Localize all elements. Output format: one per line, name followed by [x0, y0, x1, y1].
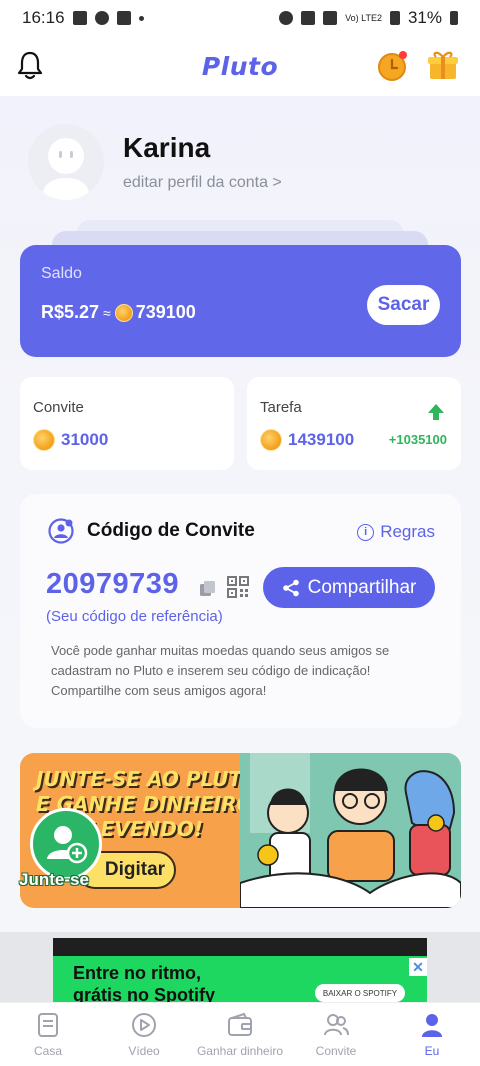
whatsapp-icon — [94, 11, 109, 25]
coin-icon — [114, 303, 133, 322]
ad-cta-button[interactable]: BAIXAR O SPOTIFY — [315, 984, 405, 1002]
gallery-icon — [72, 11, 87, 25]
gift-icon[interactable] — [426, 48, 460, 82]
tab-label: Convite — [315, 1044, 357, 1058]
tab-casa[interactable]: Casa — [0, 1003, 96, 1066]
task-delta: +1035100 — [388, 432, 447, 447]
wallet-icon — [228, 1012, 252, 1036]
status-time: 16:16 — [22, 8, 65, 27]
edit-profile-link[interactable]: editar perfil da conta > — [123, 174, 282, 192]
banner-headline-line1: JUNTE-SE AO PLUTOR — [36, 767, 275, 791]
users-icon — [324, 1014, 349, 1036]
qr-code-icon[interactable] — [227, 576, 249, 598]
ad-text: Entre no ritmo, grátis no Spotify — [73, 962, 215, 1002]
timer-reward-icon[interactable] — [376, 50, 408, 82]
withdraw-button[interactable]: Sacar — [367, 285, 440, 325]
arrow-up-icon — [428, 404, 444, 420]
tab-video[interactable]: Vídeo — [96, 1003, 192, 1066]
coin-icon — [33, 429, 55, 451]
bell-icon[interactable] — [16, 50, 44, 80]
mute-icon — [301, 11, 316, 25]
balance-amount: R$5.27 ≈ 739100 — [41, 302, 196, 323]
tab-ganhar-dinheiro[interactable]: Ganhar dinheiro — [192, 1003, 288, 1066]
invite-stats-card[interactable]: Convite 31000 — [20, 377, 234, 470]
battery-icon — [450, 11, 458, 25]
default-avatar-icon — [42, 138, 90, 200]
join-label[interactable]: Junte-se — [19, 870, 89, 890]
invite-code-note: (Seu código de referência) — [46, 608, 223, 625]
copy-icon[interactable] — [199, 580, 216, 597]
share-button[interactable]: Compartilhar — [263, 567, 435, 608]
task-coins: 1439100 — [288, 430, 355, 449]
balance-currency-value: R$5.27 — [41, 302, 100, 322]
wifi-icon — [323, 11, 338, 25]
ad-text-line2: grátis no Spotify — [73, 985, 216, 1002]
balance-label: Saldo — [41, 265, 82, 282]
bottom-nav: Casa Vídeo Ganhar dinheiro Convite Eu — [0, 1002, 480, 1066]
share-label: Compartilhar — [307, 576, 417, 598]
balance-card: Saldo R$5.27 ≈ 739100 Sacar — [20, 245, 461, 357]
ad-creative[interactable]: Entre no ritmo, grátis no Spotify BAIXAR… — [53, 938, 427, 1002]
avatar[interactable] — [28, 124, 104, 200]
app-logo: Pluto — [201, 51, 279, 81]
ad-banner[interactable]: Entre no ritmo, grátis no Spotify BAIXAR… — [0, 932, 480, 1002]
balance-coins: 739100 — [135, 302, 196, 322]
ad-text-line1: Entre no ritmo, — [73, 963, 202, 983]
alarm-icon — [279, 11, 294, 25]
invite-description: Você pode ganhar muitas moedas quando se… — [51, 643, 390, 698]
invite-stats-value: 31000 — [33, 429, 108, 451]
invite-stats-label: Convite — [33, 399, 84, 416]
task-stats-label: Tarefa — [260, 399, 302, 416]
network-label: Vo) LTE2 — [345, 12, 382, 23]
tab-label: Ganhar dinheiro — [196, 1044, 284, 1058]
reading-people-illustration — [240, 753, 461, 908]
invite-coins: 31000 — [61, 430, 109, 449]
invite-code-card: Código de Convite i Regras 20979739 Comp… — [20, 494, 461, 728]
task-stats-card[interactable]: Tarefa 1439100 +1035100 — [247, 377, 461, 470]
rules-label: Regras — [380, 522, 435, 541]
ad-close-icon[interactable]: ✕ — [409, 958, 427, 976]
profile-name: Karina — [123, 132, 211, 163]
task-stats-value: 1439100 — [260, 429, 354, 451]
book-icon — [38, 1013, 58, 1037]
invite-user-icon — [48, 518, 74, 544]
info-icon: i — [357, 523, 375, 541]
tab-eu[interactable]: Eu — [384, 1003, 480, 1066]
invite-code-title: Código de Convite — [87, 520, 255, 541]
add-user-icon — [47, 826, 88, 864]
play-icon — [132, 1013, 156, 1037]
rules-link[interactable]: i Regras — [357, 522, 435, 542]
tab-label: Vídeo — [128, 1044, 160, 1058]
signal-icon — [389, 11, 400, 25]
app-header: Pluto — [0, 36, 480, 96]
share-icon — [282, 579, 299, 596]
missed-call-icon — [116, 11, 131, 25]
approx-sign: ≈ — [103, 304, 111, 321]
tab-label: Eu — [424, 1044, 440, 1058]
battery-level: 31% — [407, 8, 442, 27]
tab-label: Casa — [33, 1044, 62, 1058]
tab-convite[interactable]: Convite — [288, 1003, 384, 1066]
more-notifications-icon — [138, 15, 144, 21]
invite-code: 20979739 — [46, 568, 180, 600]
person-icon — [422, 1014, 442, 1037]
coin-icon — [260, 429, 282, 451]
status-bar: 16:16 Vo) LTE2 31% — [0, 0, 480, 36]
